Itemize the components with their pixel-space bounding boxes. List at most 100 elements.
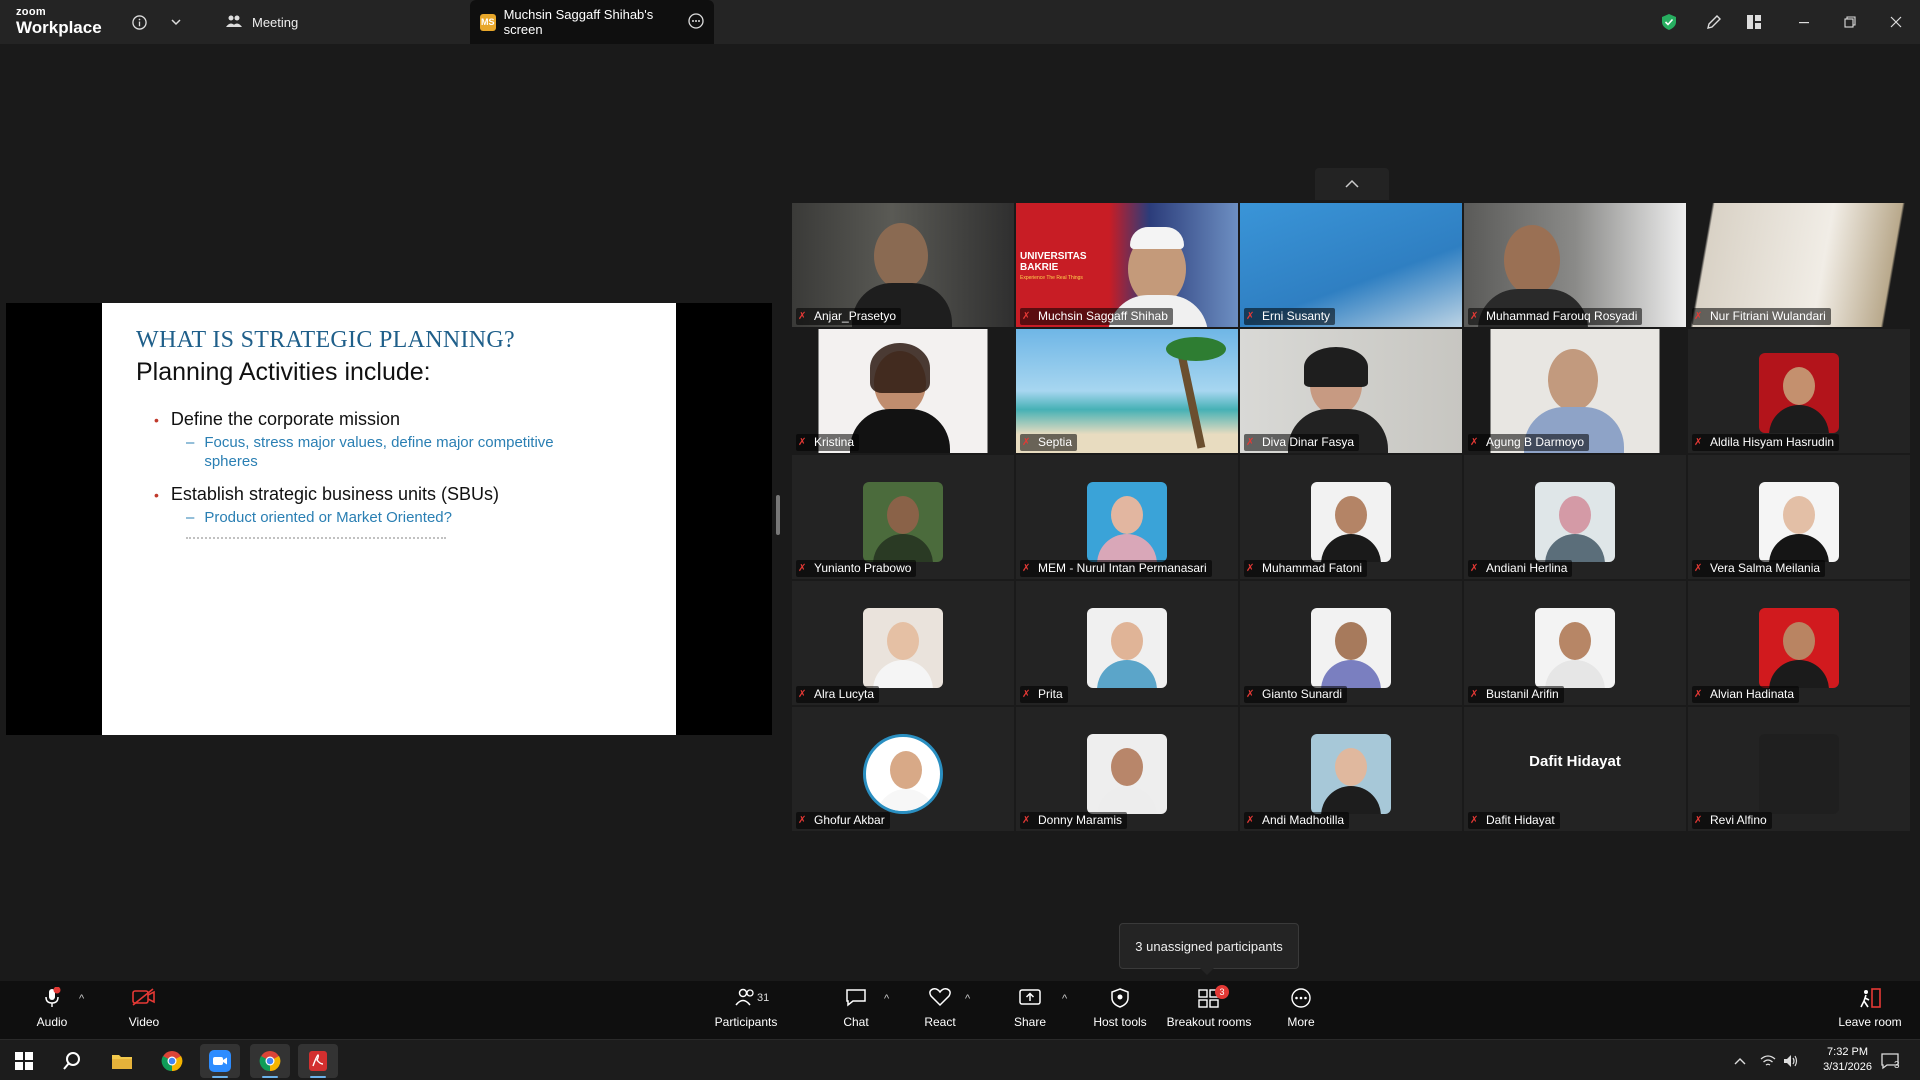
taskbar-clock[interactable]: 7:32 PM 3/31/2026 bbox=[1823, 1045, 1872, 1075]
participant-tile[interactable]: ✗ Kristina bbox=[792, 329, 1014, 453]
participant-avatar bbox=[1087, 734, 1167, 814]
participant-tile[interactable]: ✗ Septia bbox=[1016, 329, 1238, 453]
chat-caret-icon[interactable]: ^ bbox=[884, 993, 889, 1005]
chevron-down-icon[interactable] bbox=[164, 10, 188, 34]
sharer-badge: MS bbox=[480, 13, 496, 31]
more-options-icon[interactable] bbox=[688, 12, 704, 32]
participant-tile[interactable]: ✗ Andiani Herlina bbox=[1464, 455, 1686, 579]
muted-mic-icon: ✗ bbox=[1470, 311, 1479, 322]
participant-tile-active-speaker[interactable]: UNIVERSITAS BAKRIE Experience The Real T… bbox=[1016, 203, 1238, 327]
share-screen-icon bbox=[1018, 987, 1042, 1013]
volume-icon[interactable] bbox=[1783, 1040, 1799, 1080]
annotate-pen-icon[interactable] bbox=[1702, 10, 1726, 34]
leave-room-label: Leave room bbox=[1838, 1015, 1902, 1029]
participant-tile[interactable]: ✗ Bustanil Arifin bbox=[1464, 581, 1686, 705]
participant-name: Gianto Sunardi bbox=[1244, 686, 1348, 703]
participant-tile[interactable]: ✗ Anjar_Prasetyo bbox=[792, 203, 1014, 327]
participant-tile[interactable]: ✗ MEM - Nurul Intan Permanasari bbox=[1016, 455, 1238, 579]
audio-caret-icon[interactable]: ^ bbox=[79, 993, 84, 1005]
participant-tile[interactable]: ✗ Yunianto Prabowo bbox=[792, 455, 1014, 579]
share-caret-icon[interactable]: ^ bbox=[1062, 993, 1067, 1005]
participant-tile[interactable]: ✗ Agung B Darmoyo bbox=[1464, 329, 1686, 453]
participant-tile[interactable]: ✗ Diva Dinar Fasya bbox=[1240, 329, 1462, 453]
slide-title: WHAT IS STRATEGIC PLANNING? bbox=[136, 327, 515, 353]
video-label: Video bbox=[128, 1015, 160, 1029]
muted-mic-icon: ✗ bbox=[1246, 311, 1255, 322]
participant-tile[interactable]: ✗ Revi Alfino bbox=[1688, 707, 1910, 831]
participant-tile[interactable]: ✗ Gianto Sunardi bbox=[1240, 581, 1462, 705]
participant-name: Muchsin Saggaff Shihab bbox=[1020, 308, 1173, 325]
muted-mic-icon: ✗ bbox=[1022, 437, 1031, 448]
participant-avatar bbox=[1759, 608, 1839, 688]
slide-bullet: • Establish strategic business units (SBU… bbox=[154, 484, 642, 505]
leave-room-button[interactable]: Leave room bbox=[1828, 987, 1912, 1035]
shield-check-icon[interactable] bbox=[1657, 10, 1681, 34]
resize-splitter[interactable] bbox=[776, 495, 780, 535]
participant-tile[interactable]: ✗ Muhammad Farouq Rosyadi bbox=[1464, 203, 1686, 327]
participant-tile[interactable]: ✗ Vera Salma Meilania bbox=[1688, 455, 1910, 579]
chrome-icon[interactable] bbox=[152, 1044, 192, 1078]
participant-tile[interactable]: ✗ Aldila Hisyam Hasrudin bbox=[1688, 329, 1910, 453]
notifications-icon[interactable]: 3 bbox=[1880, 1040, 1900, 1080]
muted-mic-icon: ✗ bbox=[1470, 815, 1479, 826]
restore-button[interactable] bbox=[1827, 0, 1873, 44]
muted-mic-icon: ✗ bbox=[1470, 437, 1479, 448]
close-button[interactable] bbox=[1873, 0, 1919, 44]
show-hidden-icons[interactable] bbox=[1734, 1040, 1746, 1080]
participant-name: Muhammad Fatoni bbox=[1244, 560, 1368, 577]
share-label: Share bbox=[1013, 1015, 1047, 1029]
participants-count: 31 bbox=[757, 992, 770, 1004]
participant-avatar bbox=[1759, 482, 1839, 562]
participant-tile[interactable]: ✗ Donny Maramis bbox=[1016, 707, 1238, 831]
participant-name: Andi Madhotilla bbox=[1244, 812, 1350, 829]
participant-name: MEM - Nurul Intan Permanasari bbox=[1020, 560, 1212, 577]
participant-tile[interactable]: ✗ Muhammad Fatoni bbox=[1240, 455, 1462, 579]
participant-tile[interactable]: ✗ Erni Susanty bbox=[1240, 203, 1462, 327]
file-explorer-icon[interactable] bbox=[102, 1044, 142, 1078]
share-button[interactable]: Share bbox=[990, 987, 1070, 1035]
tab-shared-screen[interactable]: MS Muchsin Saggaff Shihab's screen bbox=[470, 0, 714, 44]
participants-button[interactable]: 31 Participants bbox=[706, 987, 786, 1035]
host-tools-button[interactable]: Host tools bbox=[1080, 987, 1160, 1035]
clock-time: 7:32 PM bbox=[1827, 1046, 1869, 1058]
minimize-button[interactable] bbox=[1781, 0, 1827, 44]
participants-label: Participants bbox=[714, 1015, 778, 1029]
collapse-gallery-button[interactable] bbox=[1315, 168, 1389, 200]
slide-partial-line bbox=[186, 537, 446, 547]
participant-tile[interactable]: ✗ Alvian Hadinata bbox=[1688, 581, 1910, 705]
participant-name: Muhammad Farouq Rosyadi bbox=[1468, 308, 1643, 325]
zoom-taskbar-icon[interactable] bbox=[200, 1044, 240, 1078]
muted-mic-icon: ✗ bbox=[1694, 815, 1703, 826]
windows-start-icon[interactable] bbox=[4, 1044, 44, 1078]
zoom-logo: zoom Workplace bbox=[16, 7, 102, 37]
tab-meeting[interactable]: Meeting bbox=[214, 0, 310, 44]
participant-tile[interactable]: Dafit Hidayat ✗ Dafit Hidayat bbox=[1464, 707, 1686, 831]
participant-name: Dafit Hidayat bbox=[1468, 812, 1560, 829]
slide-sub-bullet: – Focus, stress major values, define majo… bbox=[186, 434, 642, 472]
muted-mic-icon: ✗ bbox=[798, 563, 807, 574]
search-icon[interactable] bbox=[52, 1044, 92, 1078]
pdf-reader-icon[interactable] bbox=[298, 1044, 338, 1078]
participant-tile[interactable]: ✗ Alra Lucyta bbox=[792, 581, 1014, 705]
slide-bullets: • Define the corporate mission – Focus, st… bbox=[136, 409, 642, 547]
chrome-profile-icon[interactable] bbox=[250, 1044, 290, 1078]
heart-icon bbox=[928, 987, 952, 1013]
more-button[interactable]: More bbox=[1261, 987, 1341, 1035]
participant-tile[interactable]: ✗ Andi Madhotilla bbox=[1240, 707, 1462, 831]
video-button[interactable]: Video bbox=[104, 987, 184, 1035]
meeting-stage: WHAT IS STRATEGIC PLANNING? Planning Act… bbox=[0, 44, 1920, 981]
participant-tile[interactable]: ✗ Ghofur Akbar bbox=[792, 707, 1014, 831]
muted-mic-icon: ✗ bbox=[1246, 437, 1255, 448]
participant-tile[interactable]: ✗ Prita bbox=[1016, 581, 1238, 705]
view-layout-icon[interactable] bbox=[1742, 10, 1766, 34]
shared-screen[interactable]: WHAT IS STRATEGIC PLANNING? Planning Act… bbox=[6, 303, 772, 735]
participant-tile[interactable]: ✗ Nur Fitriani Wulandari bbox=[1688, 203, 1910, 327]
breakout-rooms-button[interactable]: 3 Breakout rooms bbox=[1163, 985, 1255, 1035]
react-caret-icon[interactable]: ^ bbox=[965, 993, 970, 1005]
participant-name: Yunianto Prabowo bbox=[796, 560, 917, 577]
info-icon[interactable] bbox=[127, 10, 151, 34]
clock-date: 3/31/2026 bbox=[1823, 1061, 1872, 1073]
wifi-icon[interactable] bbox=[1760, 1040, 1776, 1080]
muted-mic-icon: ✗ bbox=[798, 815, 807, 826]
tab-shared-screen-label: Muchsin Saggaff Shihab's screen bbox=[503, 7, 654, 37]
